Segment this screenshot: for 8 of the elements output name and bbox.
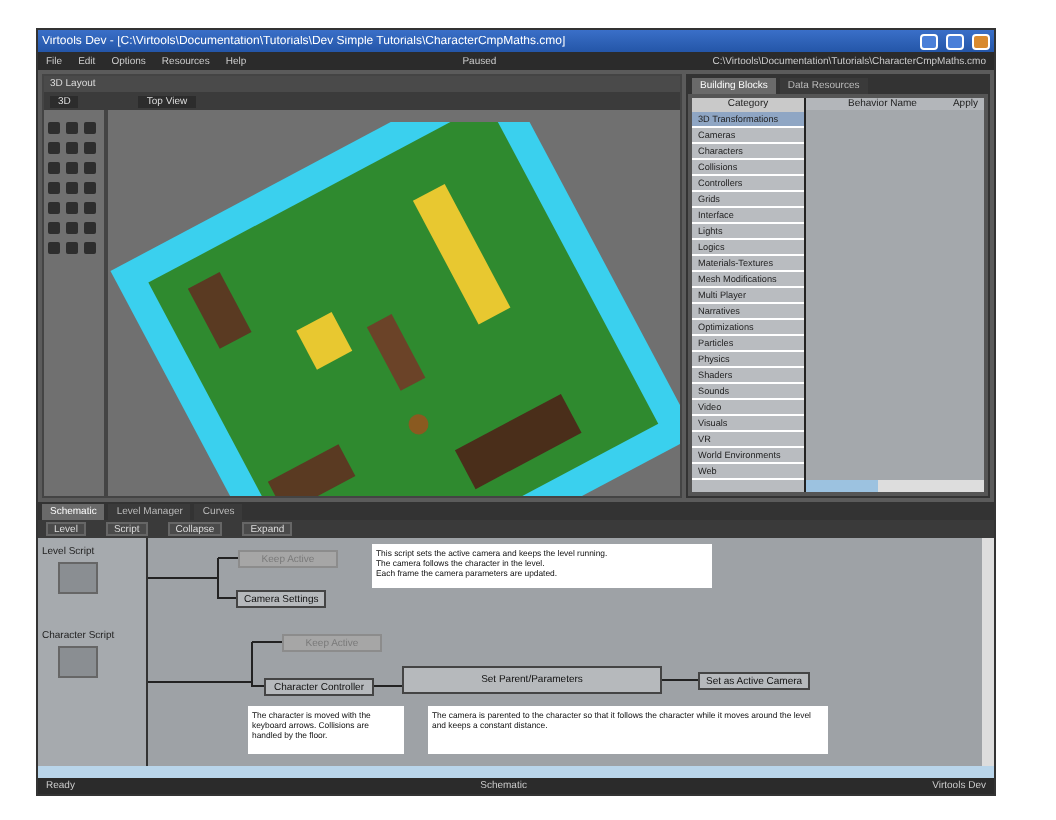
close-button[interactable] (972, 33, 990, 49)
scrollbar[interactable] (38, 766, 994, 778)
minimize-button[interactable] (920, 33, 938, 49)
script-thumbnail (58, 646, 98, 678)
script-thumbnail (58, 562, 98, 594)
scrollbar[interactable] (982, 538, 994, 766)
scrollbar[interactable] (806, 480, 984, 492)
maximize-button[interactable] (946, 33, 964, 49)
